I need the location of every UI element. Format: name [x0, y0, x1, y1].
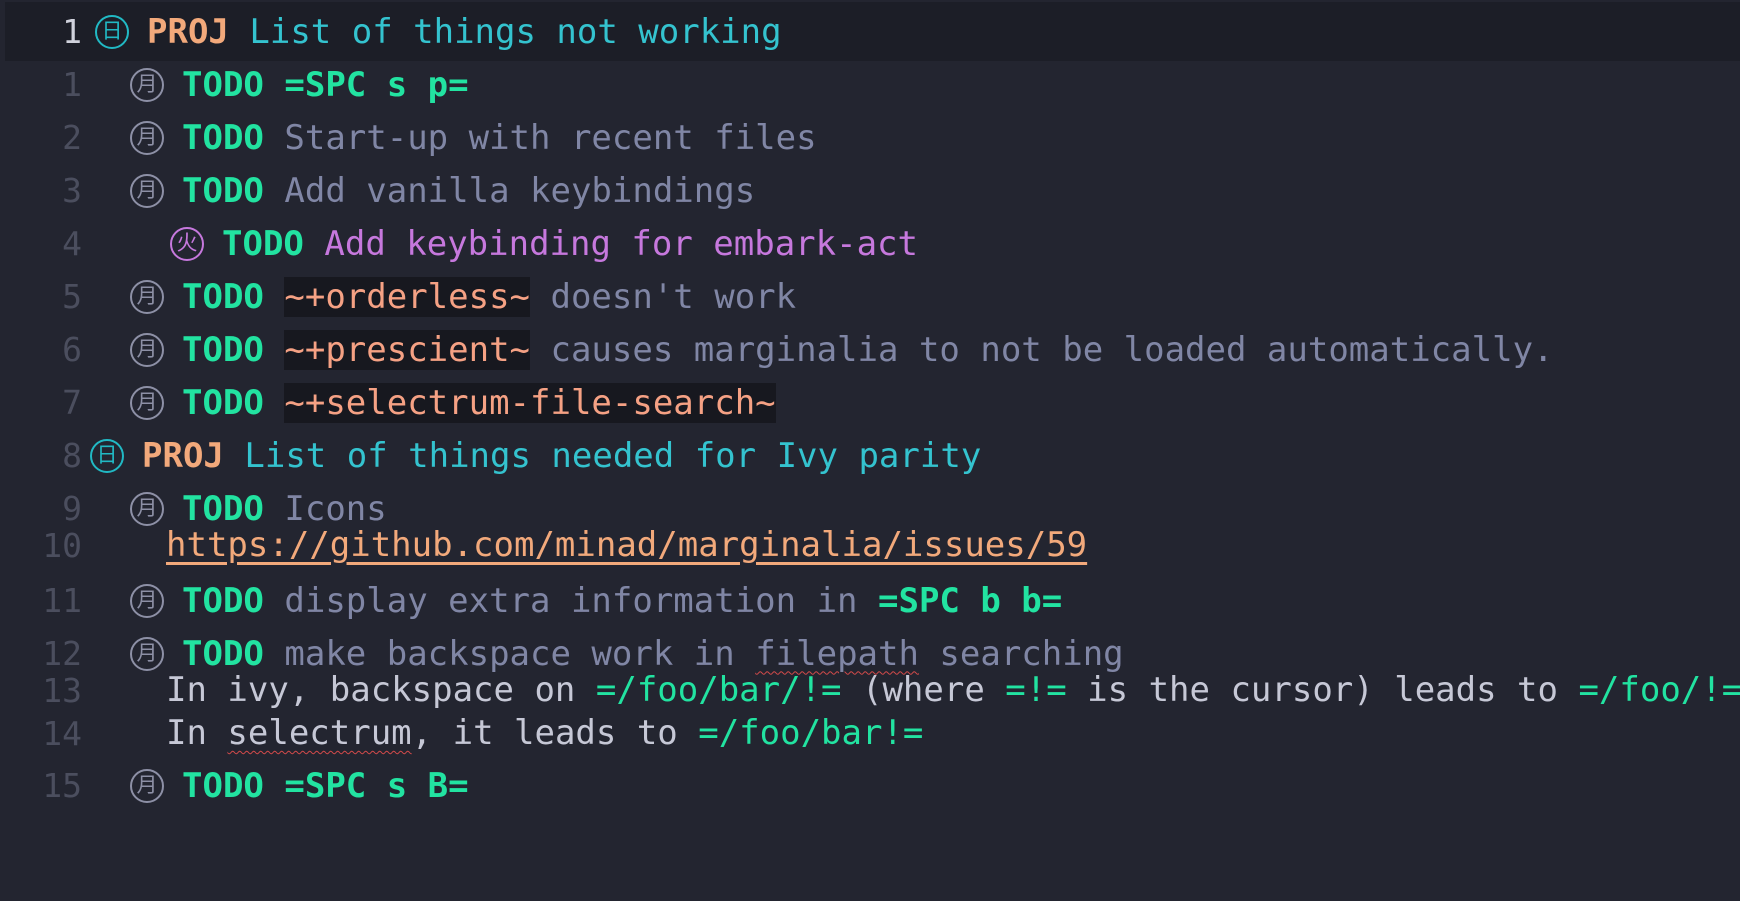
misspelled-word: selectrum [227, 713, 412, 753]
heading-bullet-icon: 月 [130, 279, 164, 314]
body-text: In [166, 713, 228, 753]
heading-bullet-icon: 日 [90, 438, 124, 473]
editor-line[interactable]: 14 In selectrum, it leads to =/foo/bar!= [0, 711, 1740, 755]
body-text: (where [841, 670, 1006, 710]
heading-bullet-icon: 月 [130, 491, 164, 526]
todo-keyword: TODO [182, 64, 264, 105]
body-text: In ivy, backspace on [166, 670, 596, 710]
line-number: 7 [62, 383, 82, 422]
heading-bullet-icon: 月 [130, 67, 164, 102]
heading-title: doesn't work [530, 276, 797, 317]
line-number: 6 [62, 330, 82, 369]
line-number: 14 [42, 713, 82, 753]
editor-line[interactable]: 4 火 TODO Add keybinding for embark-act [0, 214, 1740, 273]
editor-line[interactable]: 8 日 PROJ List of things needed for Ivy pa… [0, 426, 1740, 485]
line-number: 4 [62, 224, 82, 263]
todo-keyword: TODO [182, 170, 264, 211]
heading-title: causes marginalia to not be loaded autom… [530, 329, 1554, 370]
body-text: , it leads to [411, 713, 699, 753]
heading-title: Add keybinding for embark-act [324, 223, 918, 264]
editor-line[interactable]: 2 月 TODO Start-up with recent files [0, 108, 1740, 167]
heading-bullet-icon: 月 [130, 385, 164, 420]
line-number: 11 [42, 581, 82, 620]
heading-title: List of things needed for Ivy parity [244, 435, 982, 476]
editor-line[interactable]: 15 月 TODO =SPC s B= [0, 756, 1740, 815]
editor-line[interactable]: 11 月 TODO display extra information in =S… [0, 571, 1740, 630]
proj-keyword: PROJ [142, 435, 224, 476]
heading-title: Start-up with recent files [284, 117, 817, 158]
line-number: 5 [62, 277, 82, 316]
verbatim-text: =SPC b b= [878, 580, 1063, 621]
editor-line[interactable]: 13 In ivy, backspace on =/foo/bar/!= (wh… [0, 668, 1740, 712]
heading-bullet-icon: 火 [170, 226, 204, 261]
org-editor[interactable]: 1 日 PROJ List of things not working 1 月 TO… [0, 0, 1740, 901]
line-number: 2 [62, 118, 82, 157]
todo-keyword: TODO [182, 765, 264, 806]
editor-line[interactable]: 6 月 TODO ~+prescient~ causes marginalia t… [0, 320, 1740, 379]
line-number: 13 [42, 670, 82, 710]
todo-keyword: TODO [182, 276, 264, 317]
heading-bullet-icon: 月 [130, 173, 164, 208]
line-number: 1 [62, 12, 82, 51]
line-number: 1 [62, 65, 82, 104]
heading-bullet-icon: 日 [95, 14, 129, 49]
verbatim-text: =/foo/bar!= [698, 713, 924, 753]
todo-keyword: TODO [182, 329, 264, 370]
github-issue-link[interactable]: https://github.com/minad/marginalia/issu… [166, 525, 1087, 565]
line-number: 15 [42, 766, 82, 805]
editor-line[interactable]: 7 月 TODO ~+selectrum-file-search~ [0, 373, 1740, 432]
inline-code: ~+orderless~ [284, 276, 531, 317]
editor-line[interactable]: 5 月 TODO ~+orderless~ doesn't work [0, 267, 1740, 326]
heading-title: display extra information in [284, 580, 878, 621]
verbatim-text: =!= [1005, 670, 1067, 710]
line-number: 3 [62, 171, 82, 210]
heading-bullet-icon: 月 [130, 636, 164, 671]
heading-bullet-icon: 月 [130, 583, 164, 618]
heading-title: List of things not working [249, 11, 782, 52]
body-text: is the cursor) leads to [1066, 670, 1579, 710]
heading-bullet-icon: 月 [130, 768, 164, 803]
editor-line[interactable]: 1 月 TODO =SPC s p= [0, 55, 1740, 114]
todo-keyword: TODO [182, 580, 264, 621]
heading-bullet-icon: 月 [130, 120, 164, 155]
verbatim-text: =SPC s p= [284, 64, 469, 105]
todo-keyword: TODO [182, 117, 264, 158]
verbatim-text: =/foo/bar/!= [595, 670, 842, 710]
heading-title: Add vanilla keybindings [284, 170, 756, 211]
verbatim-text: =SPC s B= [284, 765, 469, 806]
line-number: 10 [42, 525, 82, 565]
todo-keyword: TODO [222, 223, 304, 264]
editor-line[interactable]: 10 https://github.com/minad/marginalia/i… [0, 523, 1740, 567]
inline-code: ~+selectrum-file-search~ [284, 382, 776, 423]
todo-keyword: TODO [182, 382, 264, 423]
heading-bullet-icon: 月 [130, 332, 164, 367]
proj-keyword: PROJ [147, 11, 229, 52]
line-number: 8 [62, 436, 82, 475]
inline-code: ~+prescient~ [284, 329, 531, 370]
editor-line[interactable]: 1 日 PROJ List of things not working [5, 2, 1740, 61]
verbatim-text: =/foo/!= [1578, 670, 1740, 710]
editor-line[interactable]: 3 月 TODO Add vanilla keybindings [0, 161, 1740, 220]
